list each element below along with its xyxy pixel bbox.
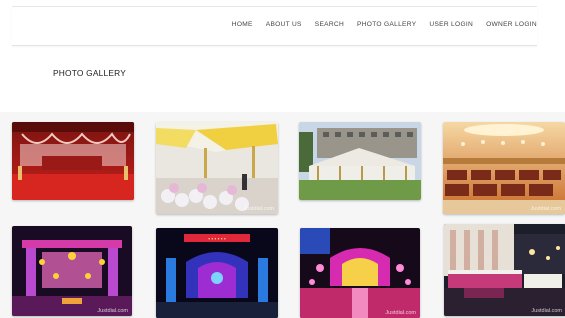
svg-text:• • • • • •: • • • • • •	[208, 237, 226, 243]
photo-banquet-hall-chairs[interactable]: Justdial.com	[443, 122, 565, 214]
photo-watermark: Justdial.com	[97, 308, 128, 314]
nav-home[interactable]: HOME	[232, 21, 253, 28]
nav-about-us[interactable]: ABOUT US	[266, 21, 302, 28]
photo-watermark: Justdial.com	[530, 206, 561, 212]
nav-photo-gallery[interactable]: PHOTO GALLERY	[357, 21, 416, 28]
photo-watermark: Justdial.com	[385, 310, 416, 316]
main-nav: HOME ABOUT US SEARCH PHOTO GALLERY USER …	[219, 21, 537, 28]
photo-night-entrance-blue[interactable]: • • • • • •	[156, 228, 278, 318]
page-title: PHOTO GALLERY	[53, 68, 127, 78]
photo-gallery-grid: Justdial.com Justdial.com Justdial.com •…	[0, 112, 565, 318]
photo-watermark: Justdial.com	[531, 308, 562, 314]
nav-owner-login[interactable]: OWNER LOGIN	[486, 21, 537, 28]
nav-user-login[interactable]: USER LOGIN	[429, 21, 473, 28]
photo-lit-gate-purple[interactable]: Justdial.com	[12, 226, 132, 316]
photo-lawn-pavilion-building[interactable]	[299, 122, 421, 200]
photo-outdoor-tent-yellow[interactable]: Justdial.com	[156, 122, 278, 214]
photo-red-stage-decor[interactable]	[12, 122, 134, 200]
nav-search[interactable]: SEARCH	[315, 21, 344, 28]
photo-buffet-tables[interactable]: Justdial.com	[444, 224, 565, 316]
top-navbar: HOME ABOUT US SEARCH PHOTO GALLERY USER …	[12, 7, 537, 46]
photo-watermark: Justdial.com	[243, 206, 274, 212]
photo-lit-stage-pink[interactable]: Justdial.com	[300, 228, 420, 318]
